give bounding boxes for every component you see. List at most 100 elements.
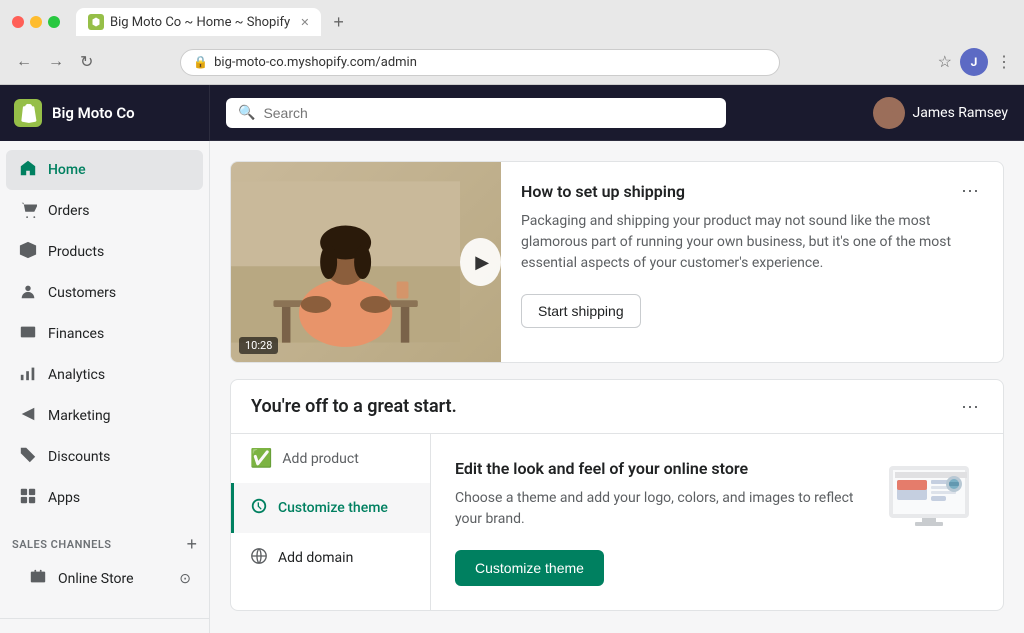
sidebar-label-marketing: Marketing: [48, 408, 111, 424]
new-tab-button[interactable]: +: [333, 12, 344, 33]
great-start-title: You're off to a great start.: [251, 396, 457, 417]
customers-icon: [18, 282, 38, 304]
shopify-logo: [14, 99, 42, 127]
checklist-detail-description: Choose a theme and add your logo, colors…: [455, 488, 859, 530]
user-info: James Ramsey: [873, 97, 1008, 129]
customize-theme-icon: [250, 497, 268, 519]
sidebar-item-marketing[interactable]: Marketing: [6, 396, 203, 436]
sidebar-label-apps: Apps: [48, 490, 80, 506]
main-column: 🔍 James Ramsey: [210, 85, 1024, 633]
online-store-settings-icon[interactable]: ⊙: [179, 571, 191, 587]
sidebar-item-products[interactable]: Products: [6, 232, 203, 272]
start-shipping-button[interactable]: Start shipping: [521, 294, 641, 328]
sidebar-item-customers[interactable]: Customers: [6, 273, 203, 313]
great-start-menu-button[interactable]: ⋯: [957, 398, 983, 416]
search-input[interactable]: [263, 105, 714, 121]
play-icon: ▶: [475, 252, 489, 273]
online-store-label: Online Store: [58, 571, 134, 587]
topbar-right: James Ramsey: [873, 97, 1008, 129]
tab-favicon: [88, 14, 104, 30]
store-name: Big Moto Co: [52, 104, 135, 122]
address-bar-row: ← → ↻ 🔒 big-moto-co.myshopify.com/admin …: [0, 44, 1024, 84]
sidebar: Home Orders Products: [0, 141, 210, 633]
checklist-detail-content: Edit the look and feel of your online st…: [455, 458, 859, 586]
great-start-card: You're off to a great start. ⋯ ✅ Add pro…: [230, 379, 1004, 611]
great-start-header: You're off to a great start. ⋯: [231, 380, 1003, 433]
store-illustration: [879, 458, 979, 538]
tab-title: Big Moto Co ~ Home ~ Shopify: [110, 15, 290, 30]
sidebar-item-finances[interactable]: Finances: [6, 314, 203, 354]
browser-chrome: Big Moto Co ~ Home ~ Shopify ✕ + ← → ↻ 🔒…: [0, 0, 1024, 85]
products-icon: [18, 241, 38, 263]
sidebar-label-analytics: Analytics: [48, 367, 105, 383]
checklist-label-add-product: Add product: [282, 451, 358, 467]
customize-theme-button[interactable]: Customize theme: [455, 550, 604, 586]
checklist-item-add-product[interactable]: ✅ Add product: [231, 434, 430, 483]
sidebar-item-analytics[interactable]: Analytics: [6, 355, 203, 395]
video-thumbnail[interactable]: ▶ 10:28: [231, 162, 501, 362]
checklist-detail-title: Edit the look and feel of your online st…: [455, 458, 859, 480]
checklist-detail: Edit the look and feel of your online st…: [431, 434, 1003, 610]
shipping-card-body: ▶ 10:28 How to set up shipping ⋯ Packagi…: [231, 162, 1003, 362]
shipping-content: How to set up shipping ⋯ Packaging and s…: [501, 162, 1003, 362]
shipping-video: ▶ 10:28: [231, 162, 501, 362]
main-content: ▶ 10:28 How to set up shipping ⋯ Packagi…: [210, 141, 1024, 633]
sidebar-item-home[interactable]: Home: [6, 150, 203, 190]
bookmark-button[interactable]: ☆: [938, 52, 952, 72]
user-avatar: [873, 97, 905, 129]
maximize-dot[interactable]: [48, 16, 60, 28]
sidebar-label-home: Home: [48, 162, 86, 178]
minimize-dot[interactable]: [30, 16, 42, 28]
shipping-card: ▶ 10:28 How to set up shipping ⋯ Packagi…: [230, 161, 1004, 363]
analytics-icon: [18, 364, 38, 386]
sidebar-label-customers: Customers: [48, 285, 116, 301]
sidebar-label-discounts: Discounts: [48, 449, 110, 465]
video-duration: 10:28: [239, 337, 278, 354]
browser-action-buttons: ☆ J ⋮: [938, 48, 1012, 76]
globe-icon: [250, 547, 268, 569]
sales-channels-section: SALES CHANNELS +: [0, 519, 209, 559]
shipping-title: How to set up shipping: [521, 182, 685, 201]
finances-icon: [18, 323, 38, 345]
sidebar-item-online-store[interactable]: Online Store ⊙: [6, 560, 203, 598]
back-button[interactable]: ←: [12, 49, 36, 75]
reload-button[interactable]: ↻: [76, 48, 97, 76]
checklist-label-customize-theme: Customize theme: [278, 500, 388, 516]
orders-icon: [18, 200, 38, 222]
user-name: James Ramsey: [913, 105, 1008, 121]
check-done-icon: ✅: [250, 448, 272, 469]
sidebar-label-products: Products: [48, 244, 104, 260]
topbar: 🔍 James Ramsey: [210, 85, 1024, 141]
browser-menu-button[interactable]: ⋮: [996, 52, 1012, 72]
home-icon: [18, 159, 38, 181]
browser-profile-avatar[interactable]: J: [960, 48, 988, 76]
discounts-icon: [18, 446, 38, 468]
sidebar-item-settings[interactable]: Settings: [6, 628, 203, 633]
sales-channels-label: SALES CHANNELS: [12, 538, 112, 551]
sidebar-item-apps[interactable]: Apps: [6, 478, 203, 518]
shipping-menu-button[interactable]: ⋯: [957, 182, 983, 200]
browser-window-controls: [12, 16, 60, 28]
great-start-body: ✅ Add product Customize theme: [231, 433, 1003, 610]
sidebar-column: Big Moto Co Home Orders: [0, 85, 210, 633]
apps-icon: [18, 487, 38, 509]
sidebar-label-finances: Finances: [48, 326, 104, 342]
url-bar[interactable]: 🔒 big-moto-co.myshopify.com/admin: [180, 49, 780, 76]
checklist-item-add-domain[interactable]: Add domain: [231, 533, 430, 583]
sidebar-item-orders[interactable]: Orders: [6, 191, 203, 231]
app-layout: Big Moto Co Home Orders: [0, 85, 1024, 633]
search-bar[interactable]: 🔍: [226, 98, 726, 128]
sidebar-item-discounts[interactable]: Discounts: [6, 437, 203, 477]
topbar-store-section: Big Moto Co: [0, 85, 210, 141]
close-dot[interactable]: [12, 16, 24, 28]
checklist-item-customize-theme[interactable]: Customize theme: [231, 483, 430, 533]
sidebar-label-orders: Orders: [48, 203, 90, 219]
browser-tab[interactable]: Big Moto Co ~ Home ~ Shopify ✕: [76, 8, 321, 36]
forward-button[interactable]: →: [44, 49, 68, 75]
checklist-label-add-domain: Add domain: [278, 550, 353, 566]
video-play-button[interactable]: ▶: [460, 238, 501, 286]
add-sales-channel-button[interactable]: +: [186, 535, 197, 553]
tab-close-button[interactable]: ✕: [300, 16, 309, 29]
online-store-icon: [28, 568, 48, 590]
sidebar-nav: Home Orders Products: [0, 141, 209, 633]
